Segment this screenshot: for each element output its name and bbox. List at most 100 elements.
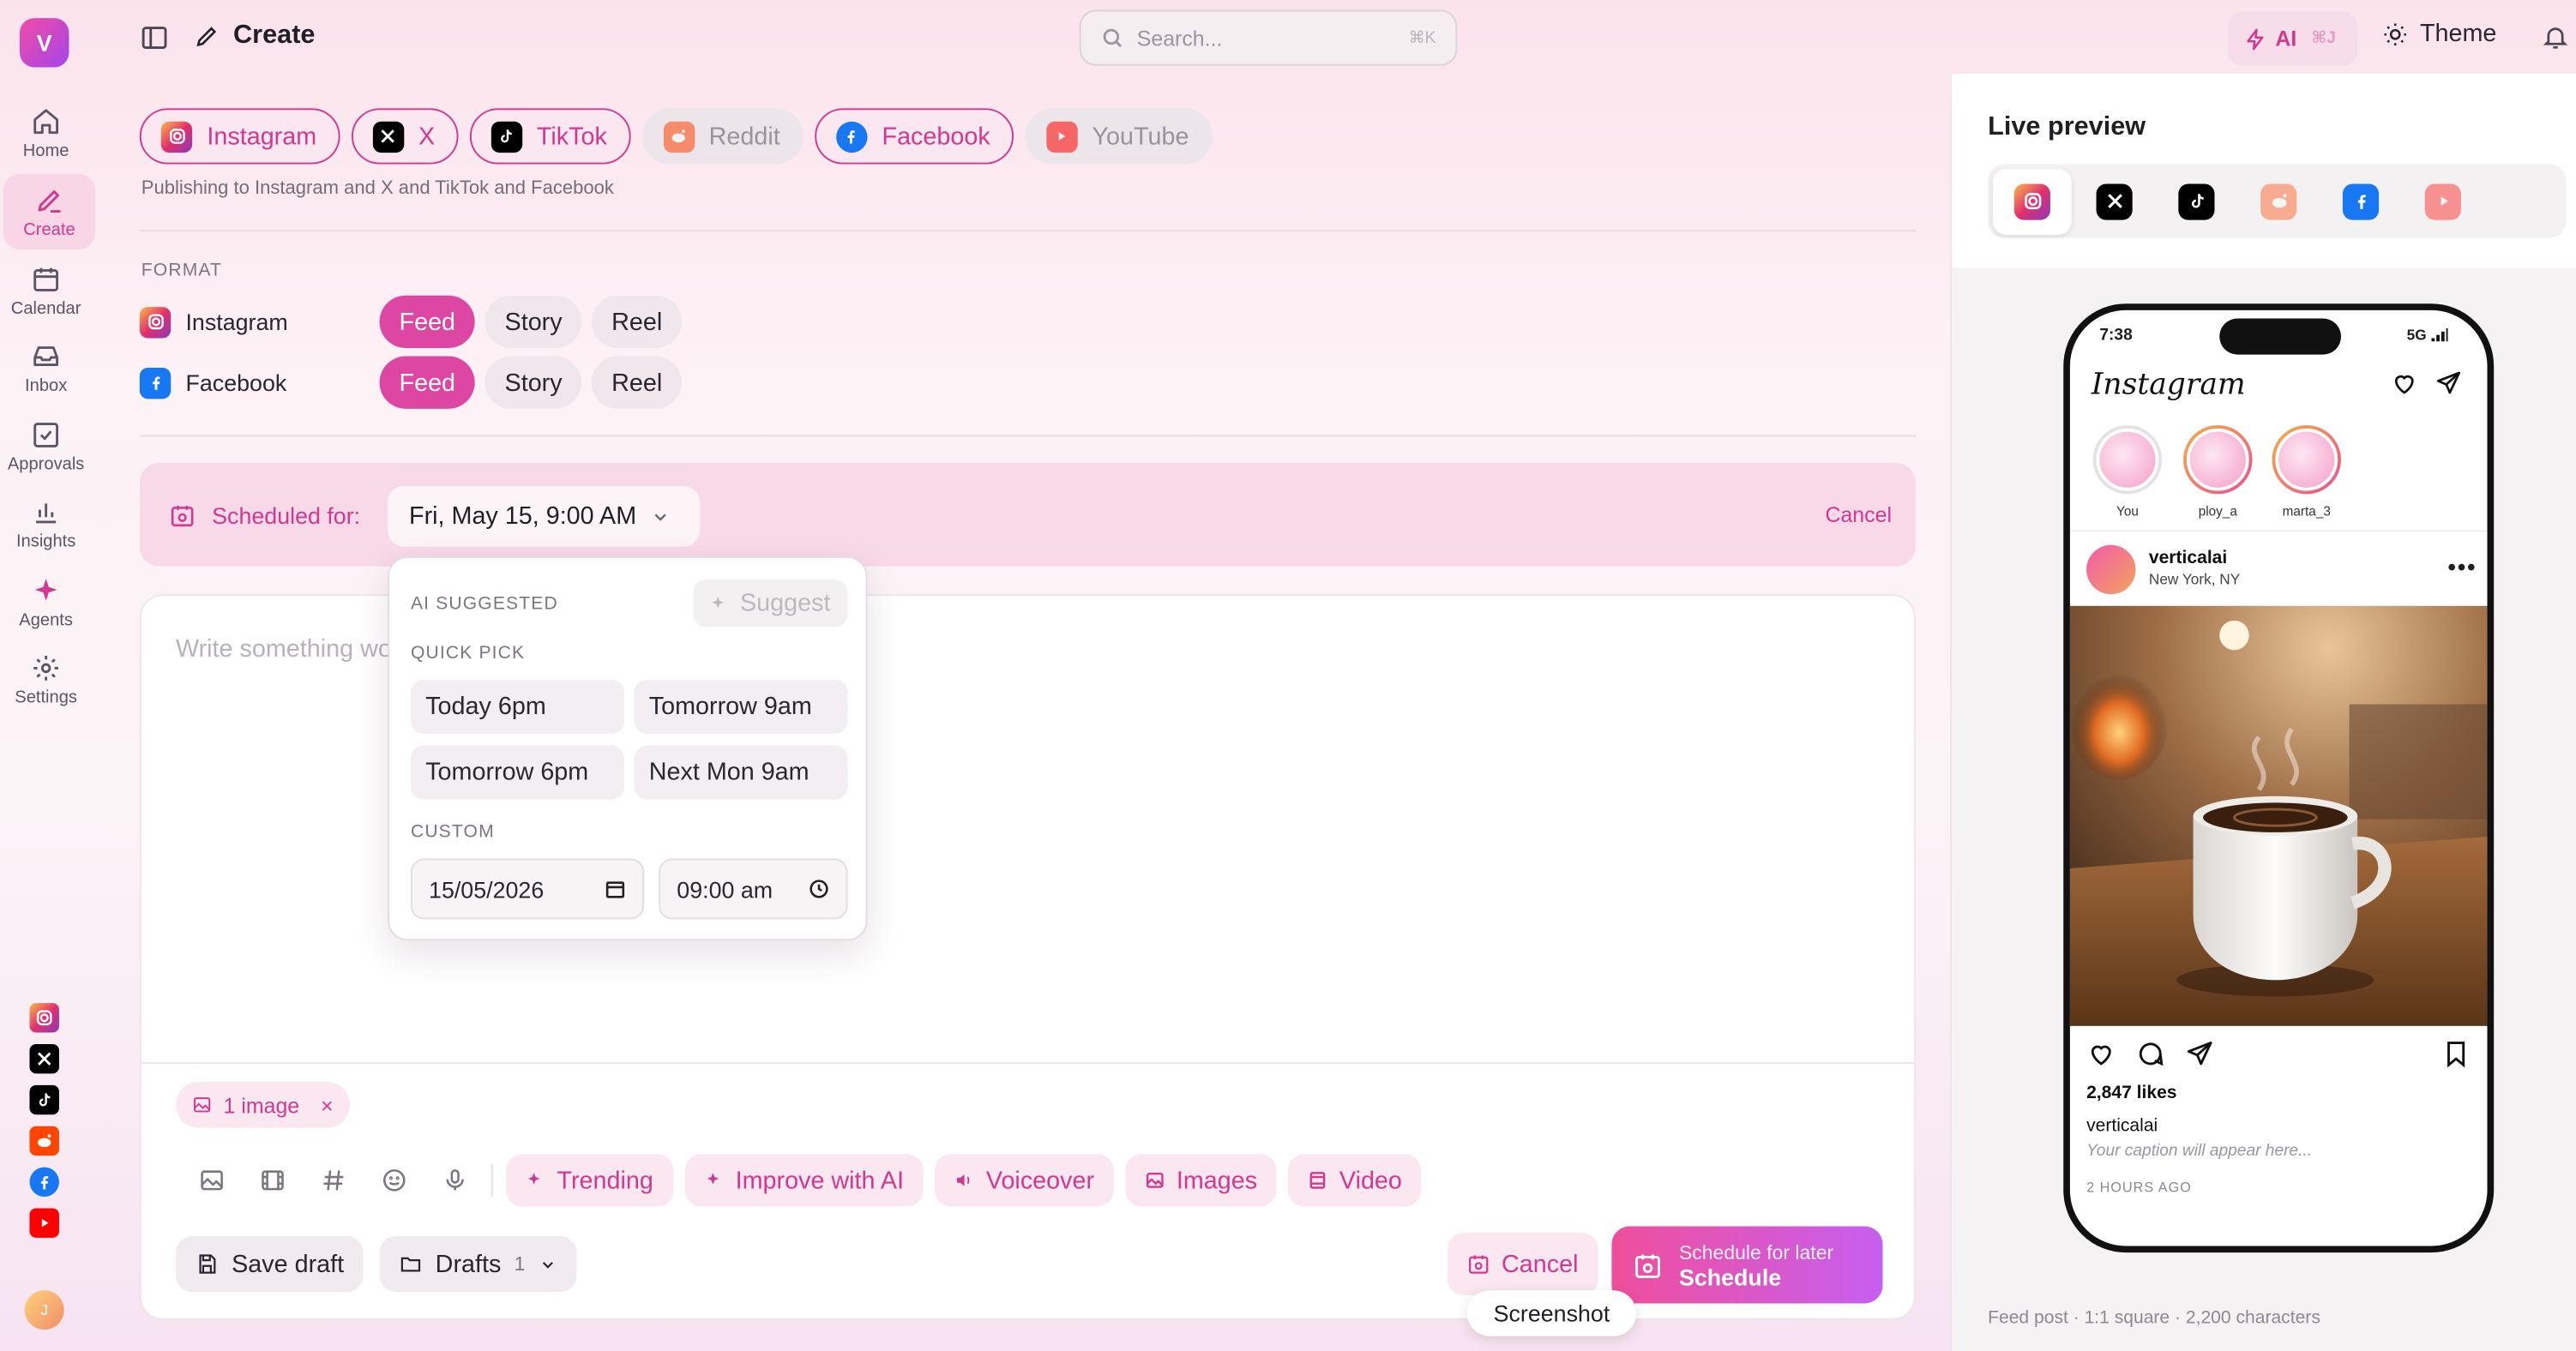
preview-tab-reddit[interactable] xyxy=(2239,168,2318,234)
image-upload-icon[interactable] xyxy=(181,1154,242,1206)
sidebar-item-home[interactable]: Home xyxy=(0,95,92,171)
format-option-reel[interactable]: Reel xyxy=(592,356,683,409)
date-input[interactable]: 15/05/2026 xyxy=(410,858,644,920)
divider xyxy=(141,1062,1917,1064)
emoji-icon[interactable] xyxy=(363,1154,424,1206)
sidebar-item-insights[interactable]: Insights xyxy=(0,486,92,561)
platform-chip-reddit[interactable]: Reddit xyxy=(641,108,803,165)
account-instagram[interactable] xyxy=(29,1003,59,1033)
platform-chip-label: X xyxy=(418,122,436,151)
preview-header: Live preview xyxy=(1951,74,2576,268)
schedule-button[interactable]: Schedule for later Schedule xyxy=(1611,1226,1883,1304)
calendar-x-icon xyxy=(1469,1255,1489,1274)
tiktok-icon xyxy=(39,1093,51,1107)
quick-pick-option[interactable]: Next Mon 9am xyxy=(634,745,848,800)
suggest-button[interactable]: Suggest xyxy=(693,579,848,627)
attachment-chip[interactable]: 1 image × xyxy=(175,1081,350,1128)
platform-chip-label: TikTok xyxy=(536,122,607,151)
account-facebook[interactable] xyxy=(29,1167,59,1198)
divider xyxy=(2069,530,2488,532)
user-avatar[interactable]: J xyxy=(24,1290,64,1330)
platform-chip-youtube[interactable]: YouTube xyxy=(1024,108,1213,165)
search-input[interactable]: Search... ⌘K xyxy=(1079,9,1458,66)
drafts-button[interactable]: Drafts 1 xyxy=(379,1235,576,1293)
video-label: Video xyxy=(1339,1166,1402,1195)
improve-label: Improve with AI xyxy=(735,1166,905,1195)
calendar-clock-icon xyxy=(171,505,194,527)
format-option-feed[interactable]: Feed xyxy=(379,356,476,409)
sparkle-icon xyxy=(707,1173,719,1185)
account-x[interactable] xyxy=(29,1043,59,1074)
calendar-icon[interactable] xyxy=(605,879,626,900)
format-option-story[interactable]: Story xyxy=(485,295,582,348)
platform-chip-label: YouTube xyxy=(1092,122,1189,151)
bell-icon[interactable] xyxy=(2542,23,2570,51)
preview-tab-instagram[interactable] xyxy=(1992,168,2072,234)
platform-chip-x[interactable]: X xyxy=(351,108,458,165)
preview-tab-youtube[interactable] xyxy=(2404,168,2483,234)
video-button[interactable]: Video xyxy=(1288,1154,1422,1207)
sidebar-item-approvals[interactable]: Approvals xyxy=(0,409,92,484)
account-youtube[interactable] xyxy=(29,1208,59,1238)
preview-tab-facebook[interactable] xyxy=(2321,168,2400,234)
format-option-feed[interactable]: Feed xyxy=(379,295,476,348)
theme-button[interactable]: Theme xyxy=(2382,20,2496,48)
format-option-reel[interactable]: Reel xyxy=(592,295,683,348)
preview-tab-tiktok[interactable] xyxy=(2157,168,2236,234)
quick-pick-option[interactable]: Tomorrow 9am xyxy=(634,679,848,735)
chevron-down-icon xyxy=(655,513,667,520)
sidebar-item-create[interactable]: Create xyxy=(3,173,96,250)
schedule-bar: Scheduled for: Fri, May 15, 9:00 AM Canc… xyxy=(139,463,1916,567)
clock-icon[interactable] xyxy=(809,879,830,900)
sidebar-item-inbox[interactable]: Inbox xyxy=(0,330,92,405)
sidebar-item-label: Home xyxy=(22,140,69,160)
images-label: Images xyxy=(1176,1166,1258,1195)
story-label: ploy_a xyxy=(2198,503,2237,519)
post-time-ago: 2 HOURS AGO xyxy=(2086,1178,2192,1196)
cancel-button[interactable]: Cancel xyxy=(1447,1233,1599,1295)
account-tiktok[interactable] xyxy=(29,1084,59,1115)
caption-textarea[interactable]: Write something wo xyxy=(176,635,392,663)
app-logo[interactable]: V xyxy=(19,18,69,68)
account-reddit[interactable] xyxy=(29,1126,59,1156)
quick-pick-option[interactable]: Tomorrow 6pm xyxy=(410,745,625,800)
ai-button[interactable]: AI ⌘J xyxy=(2227,11,2358,66)
network-label: 5G xyxy=(2406,327,2427,344)
images-button[interactable]: Images xyxy=(1125,1154,1278,1207)
sidebar-item-calendar[interactable]: Calendar xyxy=(0,253,92,328)
drafts-count: 1 xyxy=(514,1252,526,1276)
improve-with-ai-button[interactable]: Improve with AI xyxy=(684,1154,924,1207)
trending-button[interactable]: Trending xyxy=(506,1154,673,1207)
image-icon xyxy=(1147,1173,1164,1188)
screenshot-tooltip: Screenshot xyxy=(1466,1290,1637,1336)
video-upload-icon[interactable] xyxy=(242,1154,303,1206)
speaker-icon xyxy=(957,1174,970,1186)
tiktok-icon xyxy=(2178,183,2215,219)
hashtag-icon[interactable] xyxy=(303,1154,364,1206)
platform-chip-facebook[interactable]: Facebook xyxy=(814,108,1014,165)
story-item: You xyxy=(2091,424,2164,519)
schedule-cancel-link[interactable]: Cancel xyxy=(1825,502,1892,527)
sidebar-item-label: Inbox xyxy=(25,375,68,395)
quick-pick-option[interactable]: Today 6pm xyxy=(410,679,625,735)
phone-time: 7:38 xyxy=(2099,327,2133,345)
schedule-datetime-select[interactable]: Fri, May 15, 9:00 AM xyxy=(388,485,701,547)
check-square-icon xyxy=(33,422,59,447)
sidebar-item-settings[interactable]: Settings xyxy=(0,642,92,718)
platform-chip-tiktok[interactable]: TikTok xyxy=(469,108,630,165)
platform-chip-label: Reddit xyxy=(708,122,780,151)
remove-attachment-icon[interactable]: × xyxy=(321,1092,334,1117)
time-input[interactable]: 09:00 am xyxy=(659,858,848,920)
format-option-story[interactable]: Story xyxy=(485,356,582,409)
platform-chip-instagram[interactable]: Instagram xyxy=(139,108,340,165)
post-image xyxy=(2069,605,2488,1026)
save-draft-button[interactable]: Save draft xyxy=(175,1235,364,1293)
reddit-icon xyxy=(663,120,695,153)
preview-tab-x[interactable] xyxy=(2075,168,2154,234)
sidebar-item-agents[interactable]: Agents xyxy=(0,565,92,640)
voiceover-button[interactable]: Voiceover xyxy=(935,1154,1115,1207)
instagram-wordmark: Instagram xyxy=(2091,367,2246,403)
inbox-icon xyxy=(33,345,59,366)
sidebar-toggle-icon[interactable] xyxy=(140,23,169,52)
microphone-icon[interactable] xyxy=(424,1154,485,1206)
